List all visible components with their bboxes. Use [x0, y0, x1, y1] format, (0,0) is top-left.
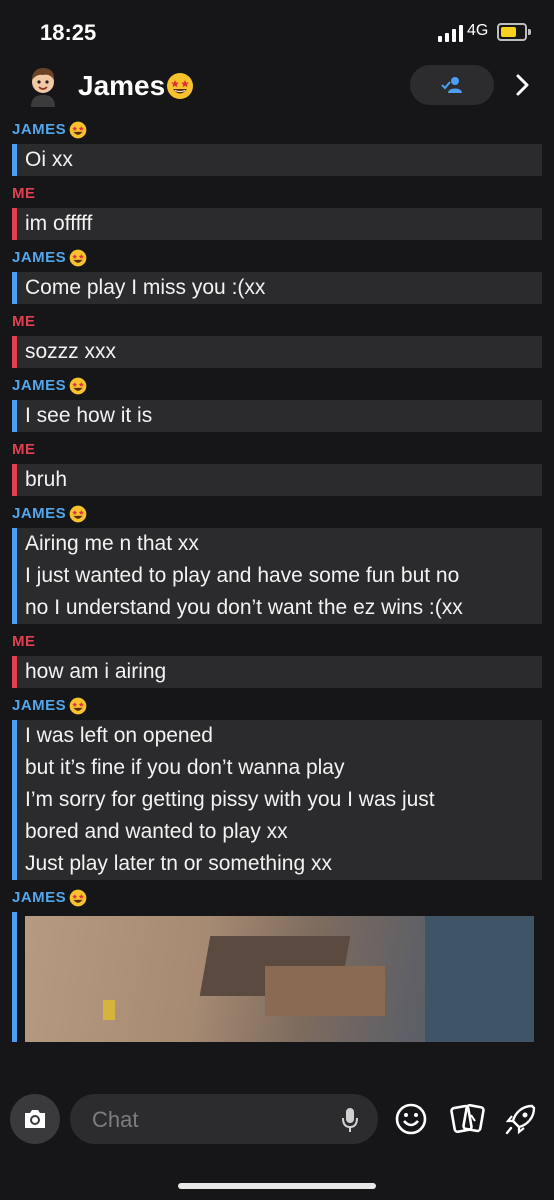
sender-label: JAMES [0, 376, 554, 396]
status-bar: 18:25 4G [0, 0, 554, 60]
chat-header: James [0, 60, 554, 118]
sender-name: ME [12, 313, 36, 330]
message-text: how am i airing [25, 660, 167, 683]
network-type: 4G [467, 22, 489, 39]
star-struck-emoji [69, 249, 87, 267]
message-bubble[interactable]: I see how it is [12, 400, 542, 432]
message-bubble[interactable]: I was left on opened but it’s fine if you… [12, 720, 542, 880]
message-bubble[interactable]: Oi xx [12, 144, 542, 176]
signal-icon [438, 24, 464, 42]
chat-input[interactable] [90, 1104, 334, 1136]
sender-label: JAMES [0, 120, 554, 140]
star-struck-emoji [69, 377, 87, 395]
chat-title[interactable]: James [78, 70, 165, 102]
message-text: Just play later tn or something xx [25, 852, 332, 875]
sender-name: JAMES [12, 121, 67, 138]
message-bubble[interactable]: Airing me n that xx I just wanted to play… [12, 528, 542, 624]
sender-name: JAMES [12, 505, 67, 522]
camera-button[interactable] [10, 1094, 60, 1144]
message-group: JAMES I see how it is [0, 376, 554, 432]
video-thumbnail[interactable] [25, 916, 534, 1042]
star-struck-emoji [69, 505, 87, 523]
star-struck-emoji [69, 697, 87, 715]
message-text: im offfff [25, 212, 93, 235]
sender-label: ME [0, 184, 554, 204]
home-indicator [178, 1183, 376, 1189]
message-text: but it’s fine if you don’t wanna play [25, 756, 345, 779]
sender-label: JAMES [0, 888, 554, 908]
message-bubble[interactable]: how am i airing [12, 656, 542, 688]
sender-name: ME [12, 185, 36, 202]
message-group: JAMES Oi xx [0, 120, 554, 176]
rocket-icon[interactable] [504, 1102, 538, 1141]
message-group: ME sozzz xxx [0, 312, 554, 368]
message-text: Oi xx [25, 148, 73, 171]
sender-label: ME [0, 440, 554, 460]
microphone-icon[interactable] [340, 1106, 360, 1139]
video-message[interactable] [12, 912, 542, 1042]
message-text: I’m sorry for getting pissy with you I w… [25, 788, 435, 811]
message-bubble[interactable]: Come play I miss you :(xx [12, 272, 542, 304]
message-text: bored and wanted to play xx [25, 820, 288, 843]
smiley-icon[interactable] [394, 1102, 428, 1141]
sender-label: ME [0, 312, 554, 332]
message-list[interactable]: JAMES Oi xx ME im offfff JAMES Come play I mi… [0, 120, 554, 1086]
message-text: sozzz xxx [25, 340, 117, 363]
message-bubble[interactable]: bruh [12, 464, 542, 496]
message-group: ME im offfff [0, 184, 554, 240]
star-struck-emoji [69, 889, 87, 907]
sender-label: ME [0, 632, 554, 652]
sender-name: JAMES [12, 697, 67, 714]
sender-name: ME [12, 633, 36, 650]
message-bubble[interactable]: sozzz xxx [12, 336, 542, 368]
message-group: JAMES [0, 888, 554, 1042]
chevron-right-icon[interactable] [512, 73, 532, 102]
sender-label: JAMES [0, 696, 554, 716]
star-struck-emoji [69, 121, 87, 139]
message-bubble[interactable]: im offfff [12, 208, 542, 240]
star-struck-emoji [166, 72, 194, 100]
sender-name: JAMES [12, 889, 67, 906]
composer-bar [0, 1086, 554, 1200]
sender-name: JAMES [12, 377, 67, 394]
chat-input-container[interactable] [70, 1094, 378, 1144]
message-group: JAMES Come play I miss you :(xx [0, 248, 554, 304]
battery-icon [497, 23, 531, 41]
status-time: 18:25 [40, 20, 97, 45]
message-text: I was left on opened [25, 724, 213, 747]
sender-label: JAMES [0, 248, 554, 268]
sender-label: JAMES [0, 504, 554, 524]
message-group: JAMES Airing me n that xx I just wanted to… [0, 504, 554, 624]
sender-name: ME [12, 441, 36, 458]
message-text: Come play I miss you :(xx [25, 276, 266, 299]
message-group: ME bruh [0, 440, 554, 496]
message-group: ME how am i airing [0, 632, 554, 688]
camera-icon [25, 1110, 45, 1128]
message-text: no I understand you don’t want the ez wi… [25, 596, 463, 619]
message-text: bruh [25, 468, 68, 491]
message-text: I just wanted to play and have some fun … [25, 564, 460, 587]
sender-name: JAMES [12, 249, 67, 266]
message-group: JAMES I was left on opened but it’s fine i… [0, 696, 554, 880]
message-text: I see how it is [25, 404, 153, 427]
bitmoji-avatar[interactable] [25, 65, 61, 107]
add-friend-button[interactable] [410, 65, 494, 105]
add-friend-icon [441, 77, 462, 93]
message-text: Airing me n that xx [25, 532, 199, 555]
cards-icon[interactable] [450, 1102, 486, 1141]
